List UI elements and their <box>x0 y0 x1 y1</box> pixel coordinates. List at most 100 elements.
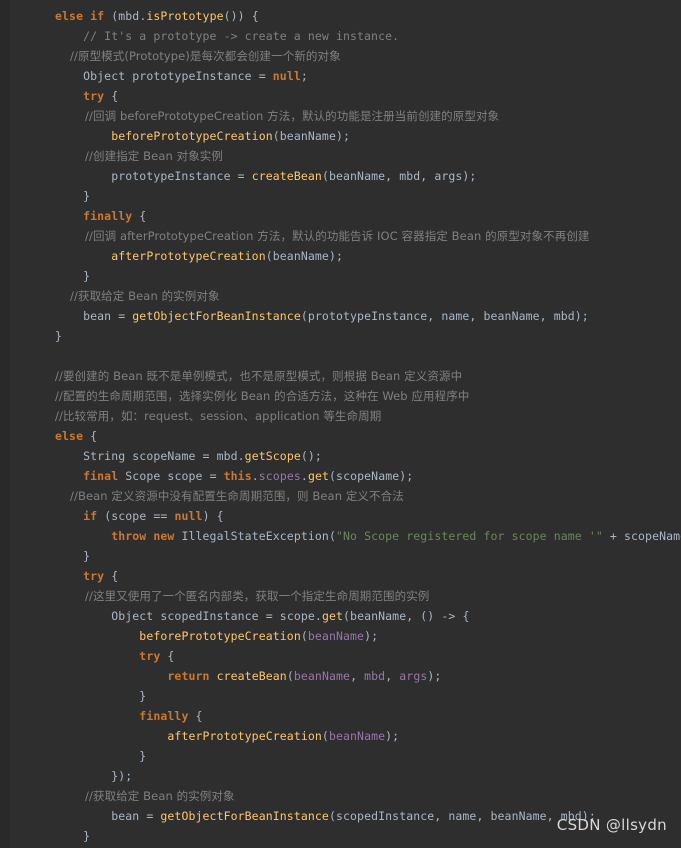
code-token-pun: . <box>300 469 308 483</box>
code-line: String scopeName = mbd.getScope(); <box>55 446 681 466</box>
code-token-kw: finally <box>139 709 189 723</box>
code-line: //Bean 定义资源中没有配置生命周期范围，则 Bean 定义不合法 <box>55 486 681 506</box>
code-token-typ: Object <box>55 69 126 83</box>
code-token-cmt: //配置的生命周期范围，选择实例化 Bean 的合适方法，这种在 Web 应用程… <box>55 389 470 403</box>
code-token-fld: beanName <box>293 669 351 683</box>
code-line: } <box>55 266 681 286</box>
code-line: else if (mbd.isPrototype()) { <box>55 6 681 26</box>
code-line: bean = getObjectForBeanInstance(prototyp… <box>55 306 681 326</box>
code-line: //这里又使用了一个匿名内部类，获取一个指定生命周期范围的实例 <box>55 586 681 606</box>
code-token-pun <box>55 649 139 663</box>
code-token-op: = <box>265 609 273 623</box>
code-token-op: = <box>202 449 210 463</box>
code-token-pun: { <box>160 649 175 663</box>
code-token-pun: { <box>455 609 470 623</box>
code-token-kw: throw new <box>111 529 175 543</box>
code-line: if (scope == null) { <box>55 506 681 526</box>
code-token-cmt: //要创建的 Bean 既不是单例模式，也不是原型模式，则根据 Bean 定义资… <box>55 369 463 383</box>
code-line: try { <box>55 566 681 586</box>
code-token-cmt: //获取给定 Bean 的实例对象 <box>55 789 235 803</box>
code-token-pun <box>55 529 111 543</box>
code-token-mth: beforePrototypeCreation <box>139 629 301 643</box>
code-line: } <box>55 546 681 566</box>
code-token-pun <box>55 89 83 103</box>
code-line: //要创建的 Bean 既不是单例模式，也不是原型模式，则根据 Bean 定义资… <box>55 366 681 386</box>
code-token-cmt: //这里又使用了一个匿名内部类，获取一个指定生命周期范围的实例 <box>55 589 430 603</box>
code-token-pun <box>245 169 252 183</box>
code-token-pun <box>55 209 83 223</box>
code-token-kw: return <box>167 669 210 683</box>
code-token-kw: finally <box>83 209 133 223</box>
code-line: } <box>55 686 681 706</box>
code-token-pun: ( <box>300 629 308 643</box>
code-line: afterPrototypeCreation(beanName); <box>55 726 681 746</box>
code-token-pun <box>55 569 83 583</box>
code-token-kw: try <box>83 569 105 583</box>
code-token-pun: { <box>188 709 203 723</box>
code-line: //回调 beforePrototypeCreation 方法，默认的功能是注册… <box>55 106 681 126</box>
code-line: }); <box>55 766 681 786</box>
csdn-watermark: CSDN @llsydn <box>556 816 667 834</box>
code-token-pun <box>55 249 111 263</box>
code-token-str: "No Scope registered for scope name '" <box>335 529 603 543</box>
code-line: afterPrototypeCreation(beanName); <box>55 246 681 266</box>
code-token-pun <box>55 709 139 723</box>
code-token-pun: (beanName, mbd, args); <box>321 169 477 183</box>
code-line: try { <box>55 86 681 106</box>
code-token-pun: ( <box>286 669 294 683</box>
code-token-pun: ; <box>300 69 308 83</box>
code-token-pun: bean <box>55 309 119 323</box>
code-token-mth: isPrototype <box>146 9 224 23</box>
code-token-pun <box>603 529 610 543</box>
code-token-pun: (beanName, () <box>343 609 442 623</box>
code-token-fld: beanName <box>328 729 386 743</box>
code-token-pun: , <box>350 669 365 683</box>
code-token-pun: } <box>55 549 91 563</box>
code-token-pun: } <box>55 189 91 203</box>
code-line: else { <box>55 426 681 446</box>
code-line: final Scope scope = this.scopes.get(scop… <box>55 466 681 486</box>
code-token-fld: mbd <box>364 669 386 683</box>
code-line: //获取给定 Bean 的实例对象 <box>55 786 681 806</box>
code-line: } <box>55 746 681 766</box>
code-line: throw new IllegalStateException("No Scop… <box>55 526 681 546</box>
code-token-pun: ); <box>427 669 442 683</box>
code-line: finally { <box>55 706 681 726</box>
code-line: //比较常用，如：request、session、application 等生命… <box>55 406 681 426</box>
code-line: } <box>55 186 681 206</box>
code-token-pun <box>266 69 273 83</box>
code-token-pun: (mbd. <box>104 9 147 23</box>
code-token-cmt: //Bean 定义资源中没有配置生命周期范围，则 Bean 定义不合法 <box>55 489 404 503</box>
code-token-op: = <box>209 469 217 483</box>
code-token-pun: (); <box>300 449 322 463</box>
code-token-pun: (scope <box>97 509 154 523</box>
code-token-pun: (beanName); <box>265 249 343 263</box>
code-token-kw: if <box>90 9 105 23</box>
code-token-pun: } <box>55 689 147 703</box>
code-token-pun: }); <box>55 769 133 783</box>
code-token-pun: scopeName <box>125 449 203 463</box>
code-token-cmt: //回调 afterPrototypeCreation 方法，默认的功能告诉 I… <box>55 229 590 243</box>
code-token-pun: scopeName <box>623 529 681 543</box>
code-token-pun: ); <box>385 729 400 743</box>
code-token-cmt: //回调 beforePrototypeCreation 方法，默认的功能是注册… <box>55 109 500 123</box>
code-token-pun: . <box>251 469 259 483</box>
code-token-pun: ) { <box>202 509 224 523</box>
code-token-kw: null <box>272 69 301 83</box>
code-token-op: -> <box>441 609 456 623</box>
code-token-pun: { <box>132 209 147 223</box>
code-token-cmt: // It's a prototype -> create a new inst… <box>55 29 400 43</box>
code-token-pun: { <box>104 569 119 583</box>
code-token-pun <box>55 669 167 683</box>
code-line: finally { <box>55 206 681 226</box>
code-line: //回调 afterPrototypeCreation 方法，默认的功能告诉 I… <box>55 226 681 246</box>
code-token-cmt: //获取给定 Bean 的实例对象 <box>55 289 220 303</box>
code-token-pun: (scopeName); <box>329 469 414 483</box>
code-editor-content[interactable]: else if (mbd.isPrototype()) { // It's a … <box>0 0 681 848</box>
code-token-typ: IllegalStateException <box>181 529 329 543</box>
code-token-pun <box>55 509 83 523</box>
code-token-pun: mbd. <box>209 449 245 463</box>
code-token-op: == <box>153 509 168 523</box>
code-token-pun <box>55 129 111 143</box>
code-token-mth: getObjectForBeanInstance <box>132 309 301 323</box>
